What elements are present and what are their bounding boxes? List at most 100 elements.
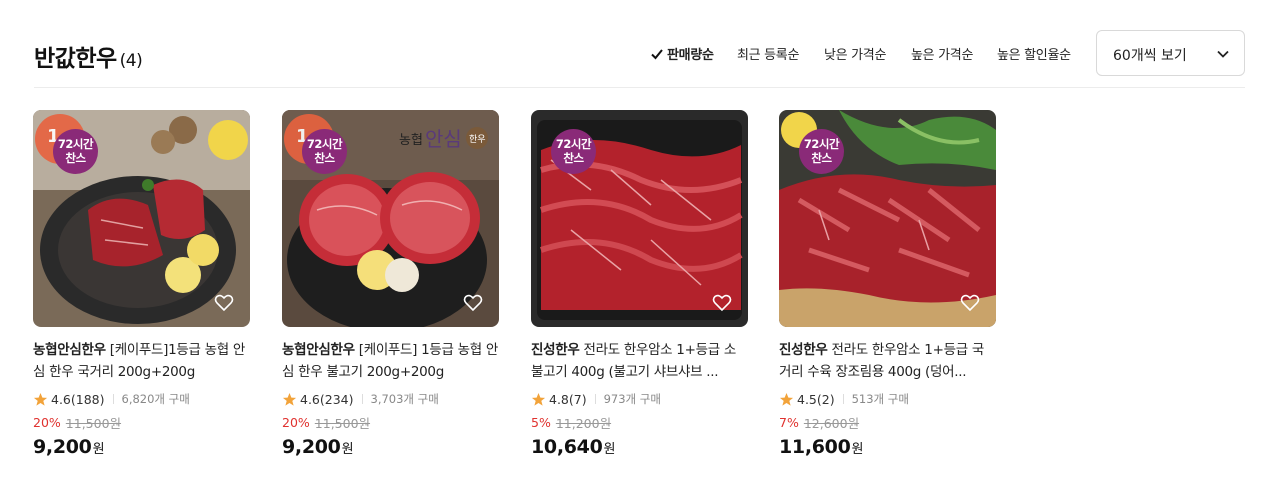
product-image[interactable]: 72시간 찬스: [779, 110, 996, 327]
time-deal-badge: 72시간 찬스: [799, 129, 844, 174]
badge-line: 찬스: [811, 151, 832, 165]
brand-logo: 농협 안심 한우: [399, 122, 489, 156]
badge-line: 찬스: [563, 151, 584, 165]
product-image[interactable]: 72시간 찬스: [531, 110, 748, 327]
product-name[interactable]: 진성한우 전라도 한우암소 1+등급 소불고기 400g (불고기 샤브샤브 .…: [531, 339, 748, 383]
page-title-text: 반값한우: [34, 46, 117, 72]
divider: [842, 394, 844, 404]
product-brand: 진성한우: [531, 342, 580, 358]
items-per-page-value: 60개씩 보기: [1113, 48, 1187, 64]
product-link[interactable]: 농협안심한우 [케이푸드] 1등급 농협 안심 한우 불고기 200g+200g: [282, 342, 498, 380]
sort-high-discount[interactable]: 높은 할인율순: [997, 44, 1071, 63]
sold-count: 3,703개 구매: [370, 392, 439, 406]
heart-icon[interactable]: [463, 293, 483, 313]
product-link[interactable]: 진성한우 전라도 한우암소 1+등급 국거리 수육 장조림용 400g (덩어.…: [779, 342, 984, 380]
price-value: 9,200: [282, 436, 341, 458]
badge-line: 72시간: [803, 137, 840, 151]
product-image[interactable]: 1 72시간 찬스 농협 안심 한우: [282, 110, 499, 327]
sort-high-price[interactable]: 높은 가격순: [911, 44, 973, 63]
badge-line: 72시간: [57, 137, 94, 151]
product-image[interactable]: 1 72시간 찬스: [33, 110, 250, 327]
original-price: 11,200원: [555, 416, 612, 431]
sort-label: 판매량순: [667, 48, 714, 63]
star-icon: [33, 392, 48, 406]
product-name[interactable]: 농협안심한우 [케이푸드] 1등급 농협 안심 한우 불고기 200g+200g: [282, 339, 499, 383]
rating-value: 4.6(188): [51, 391, 105, 407]
badge-line: 72시간: [306, 137, 343, 151]
divider: [112, 394, 114, 404]
discount-rate: 20%: [282, 415, 310, 430]
badge-line: 찬스: [314, 151, 335, 165]
original-price: 11,500원: [314, 416, 371, 431]
discount-row: 5% 11,200원: [531, 413, 748, 432]
price-value: 9,200: [33, 436, 92, 458]
sort-best-selling[interactable]: 판매량순: [650, 44, 714, 63]
rating-value: 4.8(7): [549, 391, 587, 407]
sort-label: 높은 가격순: [911, 48, 974, 63]
sort-recent[interactable]: 최근 등록순: [737, 44, 799, 63]
product-name[interactable]: 농협안심한우 [케이푸드]1등급 농협 안심 한우 국거리 200g+200g: [33, 339, 250, 383]
currency: 원: [341, 442, 354, 457]
final-price: 9,200원: [33, 436, 250, 458]
currency: 원: [603, 442, 616, 457]
discount-rate: 20%: [33, 415, 61, 430]
sold-count: 973개 구매: [603, 392, 661, 406]
product-link[interactable]: 농협안심한우 [케이푸드]1등급 농협 안심 한우 국거리 200g+200g: [33, 342, 245, 380]
time-deal-badge: 72시간 찬스: [551, 129, 596, 174]
product-link[interactable]: 진성한우 전라도 한우암소 1+등급 소불고기 400g (불고기 샤브샤브 .…: [531, 342, 736, 380]
rating-row: 4.5(2) 513개 구매: [779, 391, 996, 407]
currency: 원: [851, 442, 864, 457]
sold-count: 513개 구매: [851, 392, 909, 406]
discount-rate: 5%: [531, 415, 551, 430]
product-name[interactable]: 진성한우 전라도 한우암소 1+등급 국거리 수육 장조림용 400g (덩어.…: [779, 339, 996, 383]
final-price: 9,200원: [282, 436, 499, 458]
product-card[interactable]: 72시간 찬스 진성한우 전라도 한우암소 1+등급 국거리 수육 장조림용 4…: [779, 110, 996, 458]
divider: [594, 394, 596, 404]
product-brand: 진성한우: [779, 342, 828, 358]
star-icon: [779, 392, 794, 406]
product-card[interactable]: 1 72시간 찬스 농협안심한우 [케이푸드]1등급 농협 안심 한우 국거리 …: [33, 110, 250, 458]
heart-icon[interactable]: [960, 293, 980, 313]
product-brand: 농협안심한우: [282, 342, 355, 358]
sort-label: 높은 할인율순: [997, 48, 1071, 63]
price-value: 10,640: [531, 436, 603, 458]
time-deal-badge: 72시간 찬스: [53, 129, 98, 174]
page-title: 반값한우 (4): [34, 39, 143, 73]
rating-row: 4.6(234) 3,703개 구매: [282, 391, 499, 407]
sort-low-price[interactable]: 낮은 가격순: [824, 44, 886, 63]
price-value: 11,600: [779, 436, 851, 458]
divider: [361, 394, 363, 404]
svg-text:한우: 한우: [469, 134, 486, 145]
badge-line: 72시간: [555, 137, 592, 151]
rating-value: 4.6(234): [300, 391, 354, 407]
section-header: 반값한우 (4) 판매량순 최근 등록순 낮은 가격순 높은 가격순 높은 할인율…: [34, 30, 1245, 88]
svg-text:농협: 농협: [399, 133, 423, 148]
svg-text:안심: 안심: [425, 127, 462, 151]
star-icon: [282, 392, 297, 406]
badge-line: 찬스: [65, 151, 86, 165]
original-price: 11,500원: [65, 416, 122, 431]
currency: 원: [92, 442, 105, 457]
star-icon: [531, 392, 546, 406]
product-card[interactable]: 72시간 찬스 진성한우 전라도 한우암소 1+등급 소불고기 400g (불고…: [531, 110, 748, 458]
product-card[interactable]: 1 72시간 찬스 농협 안심 한우 농협안심한우 [케이푸드] 1등급 농협 …: [282, 110, 499, 458]
discount-row: 7% 12,600원: [779, 413, 996, 432]
original-price: 12,600원: [803, 416, 860, 431]
brand-logo-mark: 농협 안심 한우: [399, 127, 488, 151]
sold-count: 6,820개 구매: [121, 392, 190, 406]
heart-icon[interactable]: [712, 293, 732, 313]
rating-row: 4.6(188) 6,820개 구매: [33, 391, 250, 407]
sort-label: 최근 등록순: [737, 48, 800, 63]
chevron-down-icon: [1217, 50, 1229, 58]
discount-rate: 7%: [779, 415, 799, 430]
items-per-page-select[interactable]: 60개씩 보기: [1096, 30, 1245, 76]
rating-row: 4.8(7) 973개 구매: [531, 391, 748, 407]
rating-value: 4.5(2): [797, 391, 835, 407]
product-count: (4): [119, 51, 143, 71]
heart-icon[interactable]: [214, 293, 234, 313]
product-brand: 농협안심한우: [33, 342, 106, 358]
discount-row: 20% 11,500원: [33, 413, 250, 432]
sort-label: 낮은 가격순: [824, 48, 887, 63]
final-price: 10,640원: [531, 436, 748, 458]
check-icon: [651, 48, 663, 59]
